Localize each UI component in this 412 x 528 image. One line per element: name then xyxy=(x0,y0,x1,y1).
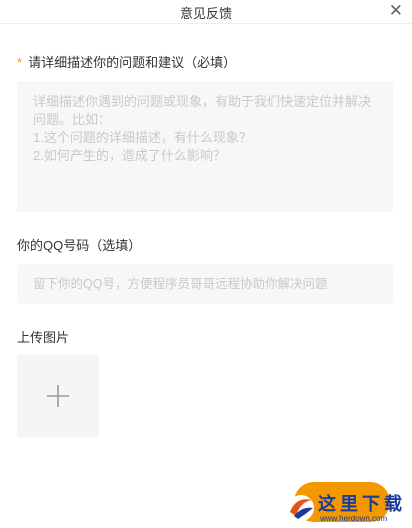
watermark: 这里下载 www.herdown.com xyxy=(286,488,408,528)
plus-icon xyxy=(47,385,69,407)
watermark-logo-icon xyxy=(288,495,314,521)
window-title: 意见反馈 xyxy=(179,6,232,21)
qq-label: 你的QQ号码（选填） xyxy=(17,238,142,253)
close-icon[interactable]: ✕ xyxy=(389,1,403,21)
feedback-label: * 请详细描述你的问题和建议（必填） xyxy=(17,52,236,71)
feedback-label-text: 请详细描述你的问题和建议（必填） xyxy=(28,55,237,70)
watermark-url: www.herdown.com xyxy=(320,514,388,523)
upload-image-button[interactable] xyxy=(17,355,99,437)
upload-label: 上传图片 xyxy=(17,330,70,345)
qq-input[interactable]: 留下你的QQ号，方便程序员哥哥远程协助你解决问题 xyxy=(17,264,393,304)
required-mark: * xyxy=(17,55,23,70)
title-bar: 意见反馈 ✕ xyxy=(0,0,412,24)
watermark-text: 这里下载 xyxy=(318,494,406,515)
feedback-textarea[interactable]: 详细描述你遇到的问题或现象，有助于我们快速定位并解决问题。比如： 1.这个问题的… xyxy=(17,81,393,212)
